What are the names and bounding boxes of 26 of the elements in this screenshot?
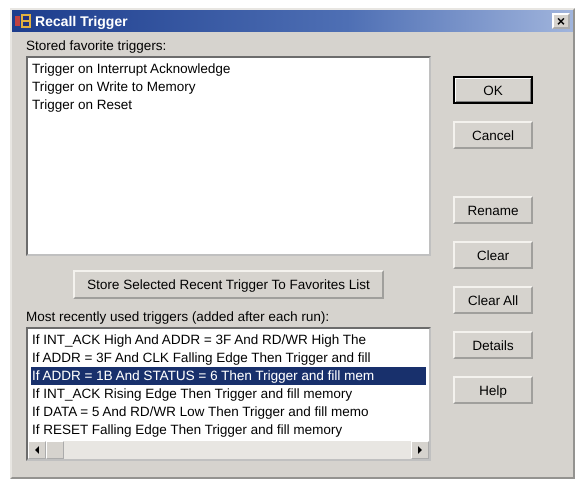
favorite-item[interactable]: Trigger on Interrupt Acknowledge xyxy=(31,60,426,78)
app-icon xyxy=(15,14,31,28)
recent-item[interactable]: If ADDR = 3F And CLK Falling Edge Then Trigger and fill xyxy=(31,349,426,367)
recent-label: Most recently used triggers (added after each run): xyxy=(26,309,330,324)
scroll-right-icon[interactable] xyxy=(411,441,429,459)
dialog-button[interactable]: Help xyxy=(453,376,533,404)
recent-item[interactable]: If ADDR = 1B And STATUS = 6 Then Trigger and fill mem xyxy=(31,367,426,385)
dialog-button[interactable]: Clear xyxy=(453,241,533,269)
dialog-button[interactable]: Rename xyxy=(453,196,533,224)
favorite-item[interactable]: Trigger on Write to Memory xyxy=(31,78,426,96)
window-title: Recall Trigger xyxy=(35,13,129,29)
favorite-item[interactable]: Trigger on Reset xyxy=(31,96,426,114)
recent-item[interactable]: If RESET Falling Edge Then Trigger and fill memory xyxy=(31,421,426,439)
scroll-left-icon[interactable] xyxy=(28,441,46,459)
close-button[interactable]: × xyxy=(552,13,570,29)
dialog-button[interactable]: Details xyxy=(453,331,533,359)
recent-item[interactable]: If DATA = 5 And RD/WR Low Then Trigger and fill memo xyxy=(31,403,426,421)
store-favorite-button[interactable]: Store Selected Recent Trigger To Favorites List xyxy=(73,270,384,299)
dialog-button[interactable]: OK xyxy=(453,76,533,104)
recent-item[interactable]: If INT_ACK High And ADDR = 3F And RD/WR High The xyxy=(31,331,426,349)
recent-item[interactable]: If INT_ACK Rising Edge Then Trigger and fill memory xyxy=(31,385,426,403)
dialog-button[interactable]: Cancel xyxy=(453,121,533,149)
scroll-thumb[interactable] xyxy=(46,441,64,459)
horizontal-scrollbar[interactable] xyxy=(28,441,429,459)
dialog-button[interactable]: Clear All xyxy=(453,286,533,314)
favorites-label: Stored favorite triggers: xyxy=(26,38,168,53)
